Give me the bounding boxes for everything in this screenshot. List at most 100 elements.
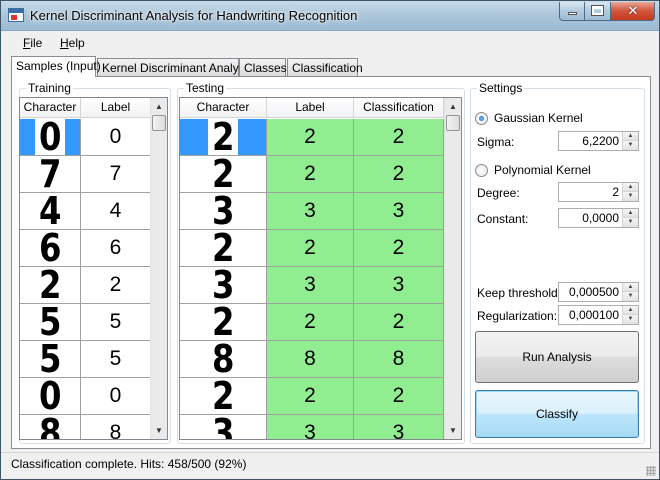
character-image-cell[interactable]: 2 (180, 304, 267, 340)
spin-down-icon[interactable]: ▼ (623, 292, 638, 301)
keep-threshold-value[interactable]: 0,000500 (569, 285, 619, 299)
gaussian-kernel-radio[interactable]: Gaussian Kernel (475, 111, 583, 125)
character-image-cell[interactable]: 7 (20, 156, 81, 192)
scroll-up-arrow-icon[interactable]: ▲ (151, 98, 167, 115)
table-row[interactable]: 333 (180, 415, 444, 439)
character-image-cell[interactable]: 0 (20, 119, 81, 155)
label-cell[interactable]: 4 (81, 193, 151, 229)
menu-help[interactable]: Help (56, 35, 89, 51)
label-cell[interactable]: 2 (81, 267, 151, 303)
maximize-button[interactable] (585, 2, 611, 21)
character-image-cell[interactable]: 2 (180, 230, 267, 266)
table-row[interactable]: 44 (20, 193, 151, 230)
label-cell[interactable]: 3 (267, 415, 354, 439)
character-image-cell[interactable]: 2 (180, 156, 267, 192)
scroll-thumb[interactable] (152, 115, 166, 131)
character-image-cell[interactable]: 3 (180, 267, 267, 303)
classification-cell[interactable]: 8 (354, 341, 444, 377)
table-row[interactable]: 222 (180, 119, 444, 156)
character-image-cell[interactable]: 5 (20, 304, 81, 340)
constant-value[interactable]: 0,0000 (582, 211, 619, 225)
character-image-cell[interactable]: 6 (20, 230, 81, 266)
classification-cell[interactable]: 2 (354, 119, 444, 155)
resize-grip-icon[interactable] (646, 466, 656, 476)
character-image-cell[interactable]: 4 (20, 193, 81, 229)
training-scrollbar[interactable]: ▲ ▼ (150, 98, 167, 439)
column-header-label[interactable]: Label (81, 98, 151, 118)
column-header-character[interactable]: Character (20, 98, 81, 118)
table-row[interactable]: 22 (20, 267, 151, 304)
sigma-stepper[interactable]: 6,2200 ▲ ▼ (558, 131, 639, 151)
table-row[interactable]: 222 (180, 304, 444, 341)
classification-cell[interactable]: 2 (354, 230, 444, 266)
character-image-cell[interactable]: 8 (180, 341, 267, 377)
classification-cell[interactable]: 3 (354, 415, 444, 439)
spin-down-icon[interactable]: ▼ (623, 218, 638, 227)
label-cell[interactable]: 6 (81, 230, 151, 266)
table-row[interactable]: 55 (20, 341, 151, 378)
close-button[interactable]: ✕ (611, 2, 655, 21)
regularization-stepper[interactable]: 0,000100 ▲ ▼ (558, 305, 639, 325)
spin-up-icon[interactable]: ▲ (623, 209, 638, 218)
degree-value[interactable]: 2 (612, 185, 619, 199)
classification-cell[interactable]: 2 (354, 156, 444, 192)
spin-down-icon[interactable]: ▼ (623, 315, 638, 324)
table-row[interactable]: 00 (20, 378, 151, 415)
tab-classification[interactable]: Classification (287, 58, 363, 76)
menu-file[interactable]: File (19, 35, 46, 51)
run-analysis-button[interactable]: Run Analysis (475, 331, 639, 383)
table-row[interactable]: 77 (20, 156, 151, 193)
label-cell[interactable]: 8 (267, 341, 354, 377)
label-cell[interactable]: 2 (267, 156, 354, 192)
table-row[interactable]: 88 (20, 415, 151, 439)
label-cell[interactable]: 5 (81, 341, 151, 377)
tab-samples-input[interactable]: Samples (Input) (11, 56, 101, 77)
spin-up-icon[interactable]: ▲ (623, 306, 638, 315)
label-cell[interactable]: 2 (267, 230, 354, 266)
label-cell[interactable]: 7 (81, 156, 151, 192)
keep-threshold-stepper[interactable]: 0,000500 ▲ ▼ (558, 282, 639, 302)
classification-cell[interactable]: 2 (354, 378, 444, 414)
character-image-cell[interactable]: 2 (180, 378, 267, 414)
label-cell[interactable]: 0 (81, 378, 151, 414)
scroll-thumb[interactable] (446, 115, 460, 131)
character-image-cell[interactable]: 3 (180, 193, 267, 229)
scroll-down-arrow-icon[interactable]: ▼ (445, 422, 461, 439)
character-image-cell[interactable]: 3 (180, 415, 267, 439)
label-cell[interactable]: 2 (267, 304, 354, 340)
classification-cell[interactable]: 3 (354, 193, 444, 229)
table-row[interactable]: 222 (180, 230, 444, 267)
training-grid[interactable]: Character Label 007744662255550088 ▲ ▼ (19, 97, 168, 440)
character-image-cell[interactable]: 0 (20, 378, 81, 414)
label-cell[interactable]: 0 (81, 119, 151, 155)
tab-classes[interactable]: Classes (239, 58, 287, 76)
character-image-cell[interactable]: 5 (20, 341, 81, 377)
spin-down-icon[interactable]: ▼ (623, 141, 638, 150)
classification-cell[interactable]: 3 (354, 267, 444, 303)
spin-up-icon[interactable]: ▲ (623, 283, 638, 292)
column-header-character[interactable]: Character (180, 98, 267, 118)
label-cell[interactable]: 3 (267, 267, 354, 303)
spin-up-icon[interactable]: ▲ (623, 132, 638, 141)
sigma-value[interactable]: 6,2200 (582, 134, 619, 148)
polynomial-kernel-radio[interactable]: Polynomial Kernel (475, 163, 591, 177)
testing-scrollbar[interactable]: ▲ ▼ (444, 98, 461, 439)
spin-up-icon[interactable]: ▲ (623, 183, 638, 192)
tab-kernel-discriminant-analysis[interactable]: Kernel Discriminant Analysis (97, 58, 253, 76)
character-image-cell[interactable]: 2 (20, 267, 81, 303)
label-cell[interactable]: 5 (81, 304, 151, 340)
regularization-value[interactable]: 0,000100 (569, 308, 619, 322)
column-header-label[interactable]: Label (267, 98, 354, 118)
spin-down-icon[interactable]: ▼ (623, 192, 638, 201)
table-row[interactable]: 888 (180, 341, 444, 378)
table-row[interactable]: 333 (180, 267, 444, 304)
label-cell[interactable]: 2 (267, 119, 354, 155)
column-header-classification[interactable]: Classification (354, 98, 444, 118)
degree-stepper[interactable]: 2 ▲ ▼ (558, 182, 639, 202)
character-image-cell[interactable]: 8 (20, 415, 81, 439)
scroll-down-arrow-icon[interactable]: ▼ (151, 422, 167, 439)
label-cell[interactable]: 2 (267, 378, 354, 414)
table-row[interactable]: 00 (20, 119, 151, 156)
table-row[interactable]: 222 (180, 156, 444, 193)
table-row[interactable]: 333 (180, 193, 444, 230)
